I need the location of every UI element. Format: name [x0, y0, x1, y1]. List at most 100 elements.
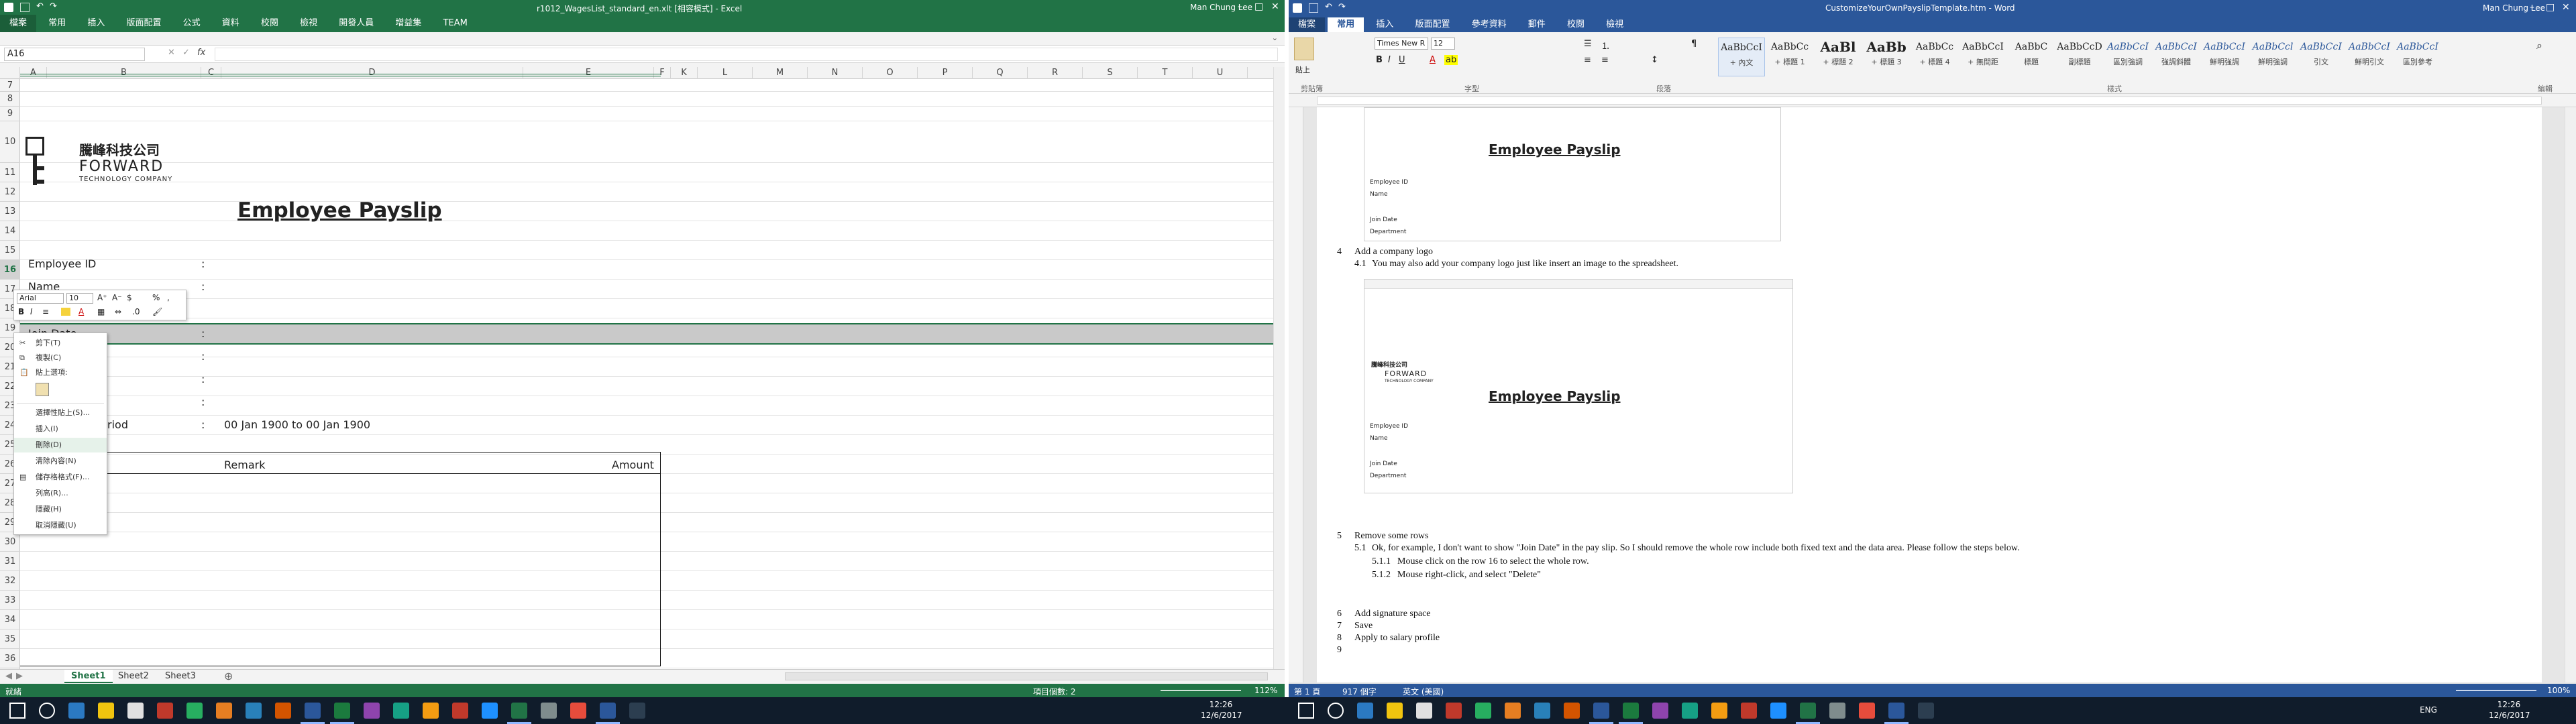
style-item[interactable]: AaBbCcI + 無間距: [1960, 38, 2006, 76]
column-header[interactable]: U: [1193, 67, 1248, 79]
search-icon[interactable]: [1328, 703, 1344, 719]
column-header[interactable]: K: [671, 67, 698, 79]
mail-icon[interactable]: [1505, 703, 1521, 719]
column-header[interactable]: B: [47, 67, 201, 79]
maximize-icon[interactable]: □: [2546, 2, 2555, 13]
style-item[interactable]: AaBbCcI 引文: [2298, 38, 2345, 76]
save-icon[interactable]: [1309, 3, 1318, 13]
ribbon-expand-icon[interactable]: ⌄: [1272, 34, 1278, 42]
app-icon[interactable]: [541, 703, 557, 719]
document-page[interactable]: Employee Payslip Employee ID Name Join D…: [1317, 107, 2542, 682]
column-header[interactable]: D: [221, 67, 523, 79]
bold-icon[interactable]: B: [18, 307, 24, 316]
mini-size-box[interactable]: 10: [66, 293, 93, 304]
vertical-scrollbar[interactable]: [2565, 107, 2576, 682]
paste-option-button[interactable]: [36, 383, 49, 396]
style-item[interactable]: AaBbCcI + 內文: [1718, 38, 1765, 76]
font-color-icon[interactable]: A: [1430, 55, 1436, 65]
shrink-font-icon[interactable]: A⁻: [112, 293, 122, 302]
excel-user[interactable]: Man Chung Lee: [1190, 3, 1252, 12]
menu-format-cells[interactable]: ▤ 儲存格格式(F)...: [14, 470, 107, 485]
start-icon[interactable]: [1298, 703, 1314, 719]
app-icon[interactable]: [1741, 703, 1757, 719]
word-icon[interactable]: [600, 703, 616, 719]
task-view-icon[interactable]: [68, 703, 85, 719]
underline-icon[interactable]: U: [1399, 55, 1405, 65]
menu-insert[interactable]: 插入(I): [14, 422, 107, 436]
zoom-level[interactable]: 100%: [2547, 686, 2570, 695]
clock-date[interactable]: 12/6/2017: [1201, 711, 1242, 720]
app-icon[interactable]: [423, 703, 439, 719]
tab-file[interactable]: 檔案: [1289, 17, 1326, 32]
column-header[interactable]: S: [1083, 67, 1138, 79]
column-header[interactable]: O: [863, 67, 918, 79]
maximize-icon[interactable]: □: [1254, 1, 1263, 12]
app-icon[interactable]: [1918, 703, 1934, 719]
minimize-icon[interactable]: –: [1238, 1, 1242, 12]
menu-delete[interactable]: 刪除(D): [14, 438, 107, 452]
tab-layout[interactable]: 版面配置: [117, 15, 170, 32]
percent-icon[interactable]: %: [152, 293, 160, 302]
clock-date-2[interactable]: 12/6/2017: [2489, 711, 2530, 720]
sheet-tab-1[interactable]: Sheet1: [64, 670, 113, 683]
explorer-icon[interactable]: [1416, 703, 1432, 719]
tab-home[interactable]: 常用: [1328, 17, 1364, 32]
style-item[interactable]: AaBbCcI 鮮明強調: [2201, 38, 2248, 76]
app-icon[interactable]: [1770, 703, 1786, 719]
store-icon[interactable]: [1475, 703, 1491, 719]
start-icon[interactable]: [9, 703, 25, 719]
show-marks-icon[interactable]: ¶: [1691, 39, 1697, 49]
minimize-icon[interactable]: –: [2530, 2, 2534, 13]
italic-icon[interactable]: I: [1388, 55, 1391, 65]
column-header[interactable]: A: [20, 67, 47, 79]
word-icon[interactable]: [1593, 703, 1609, 719]
column-header[interactable]: Q: [973, 67, 1028, 79]
explorer-icon[interactable]: [127, 703, 144, 719]
align-left-icon[interactable]: ≡: [1584, 55, 1591, 65]
font-name-box[interactable]: Times New R: [1375, 38, 1428, 50]
formula-input[interactable]: [215, 48, 1278, 61]
vertical-scrollbar[interactable]: [1273, 67, 1285, 669]
menu-clear-contents[interactable]: 清除內容(N): [14, 454, 107, 469]
italic-icon[interactable]: I: [30, 307, 33, 316]
select-all-corner[interactable]: [0, 67, 20, 79]
redo-icon[interactable]: ↷: [50, 1, 57, 11]
numbering-icon[interactable]: ⒈: [1601, 39, 1610, 52]
center-icon[interactable]: ≡: [1601, 55, 1609, 65]
paste-label[interactable]: 貼上: [1295, 64, 1310, 75]
prev-sheet-icon[interactable]: ◀: [5, 671, 12, 681]
store-icon[interactable]: [186, 703, 203, 719]
currency-icon[interactable]: $: [127, 293, 132, 302]
close-icon[interactable]: ✕: [2562, 2, 2570, 13]
style-item[interactable]: AaBbCcD 副標題: [2056, 38, 2103, 76]
mini-font-box[interactable]: Arial: [17, 293, 64, 304]
style-item[interactable]: AaBbCc + 標題 1: [1766, 38, 1813, 76]
clock-time-2[interactable]: 12:26: [2489, 700, 2529, 709]
tab-mailings[interactable]: 郵件: [1519, 17, 1555, 32]
column-header[interactable]: L: [698, 67, 753, 79]
outlook-icon[interactable]: [1564, 703, 1580, 719]
paste-icon[interactable]: [1294, 38, 1314, 60]
tab-references[interactable]: 參考資料: [1462, 17, 1516, 32]
menu-row-height[interactable]: 列高(R)...: [14, 486, 107, 501]
column-header[interactable]: R: [1028, 67, 1083, 79]
horizontal-scrollbar[interactable]: [785, 672, 1268, 680]
column-header[interactable]: E: [523, 67, 654, 79]
app-icon[interactable]: [1859, 703, 1875, 719]
app-icon[interactable]: [1829, 703, 1845, 719]
outlook-icon[interactable]: [275, 703, 291, 719]
tab-data[interactable]: 資料: [213, 15, 249, 32]
merge-icon[interactable]: ⇔: [115, 307, 121, 316]
column-header[interactable]: T: [1138, 67, 1193, 79]
app-icon[interactable]: [482, 703, 498, 719]
tab-review[interactable]: 校閱: [252, 15, 288, 32]
format-painter-icon[interactable]: 🖌: [152, 307, 162, 316]
column-header[interactable]: P: [918, 67, 973, 79]
tab-developer[interactable]: 開發人員: [329, 15, 383, 32]
insert-function-icon[interactable]: fx: [197, 48, 205, 58]
align-icon[interactable]: ≡: [42, 307, 49, 316]
selected-row-16[interactable]: [20, 323, 1275, 345]
menu-cut[interactable]: ✂ 剪下(T): [14, 336, 107, 351]
menu-hide[interactable]: 隱藏(H): [14, 502, 107, 517]
tab-file[interactable]: 檔案: [0, 15, 37, 32]
